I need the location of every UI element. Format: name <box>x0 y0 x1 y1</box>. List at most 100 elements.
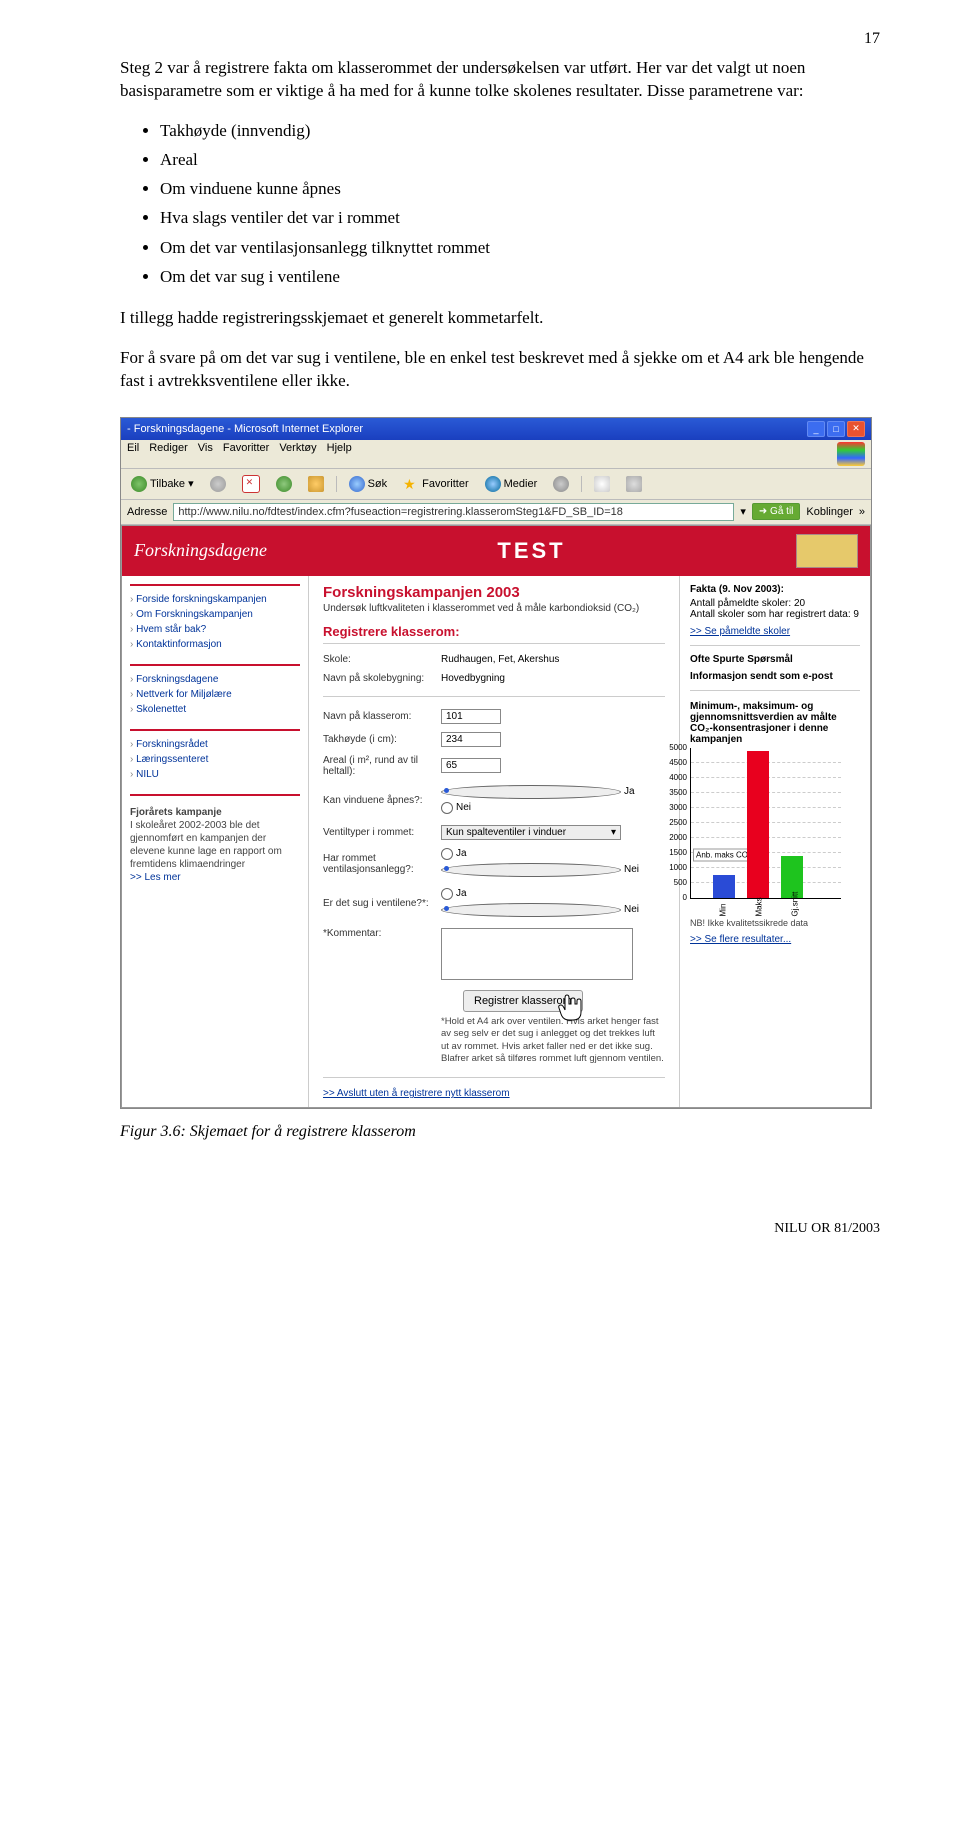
links-label[interactable]: Koblinger <box>806 506 852 518</box>
skole-label: Skole: <box>323 654 441 665</box>
faq-heading[interactable]: Ofte Spurte Spørsmål <box>690 654 860 665</box>
menu-view[interactable]: Vis <box>198 442 213 466</box>
radio-icon <box>441 888 453 900</box>
nav-link[interactable]: Forskningsrådet <box>130 737 300 752</box>
maximize-button[interactable]: □ <box>827 421 845 437</box>
ytick: 1500 <box>663 848 687 857</box>
menu-help[interactable]: Hjelp <box>327 442 352 466</box>
vinduer-ja[interactable]: Ja <box>441 785 635 799</box>
history-icon <box>553 476 569 492</box>
banner-image <box>796 534 858 568</box>
info-heading[interactable]: Informasjon sendt som e-post <box>690 671 860 682</box>
go-button[interactable]: ➜ Gå til <box>752 503 801 520</box>
nav-link[interactable]: Skolenettet <box>130 702 300 717</box>
favorites-button[interactable]: ★Favoritter <box>399 474 472 494</box>
paragraph-1: Steg 2 var å registrere fakta om klasser… <box>120 57 880 103</box>
print-button[interactable] <box>622 474 646 494</box>
sug-nei[interactable]: Nei <box>441 903 639 917</box>
stop-button[interactable] <box>238 473 264 495</box>
areal-input[interactable]: 65 <box>441 758 501 773</box>
window-titlebar: - Forskningsdagene - Microsoft Internet … <box>121 418 871 440</box>
page-number: 17 <box>864 30 880 48</box>
schools-link[interactable]: >> Se påmeldte skoler <box>690 626 860 637</box>
figure-caption: Figur 3.6: Skjemaet for å registrere kla… <box>120 1123 880 1141</box>
bullet-item: Om vinduene kunne åpnes <box>160 175 880 202</box>
url-field[interactable]: http://www.nilu.no/fdtest/index.cfm?fuse… <box>173 503 734 521</box>
refresh-button[interactable] <box>272 474 296 494</box>
menu-tools[interactable]: Verktøy <box>279 442 316 466</box>
radio-icon <box>441 785 621 799</box>
klasserom-input[interactable]: 101 <box>441 709 501 724</box>
mail-button[interactable] <box>590 474 614 494</box>
radio-icon <box>441 863 621 877</box>
anlegg-ja[interactable]: Ja <box>441 848 467 860</box>
finish-link[interactable]: >> Avslutt uten å registrere nytt klasse… <box>323 1088 665 1099</box>
site-banner: Forskningsdagene TEST <box>122 526 870 576</box>
ytick: 4000 <box>663 773 687 782</box>
takhoyde-label: Takhøyde (i cm): <box>323 734 441 745</box>
menu-file[interactable]: Eil <box>127 442 139 466</box>
sidebar-left: Forside forskningskampanjen Om Forskning… <box>122 576 309 1107</box>
forward-button[interactable] <box>206 474 230 494</box>
bullet-item: Hva slags ventiler det var i rommet <box>160 204 880 231</box>
paragraph-2: I tillegg hadde registreringsskjemaet et… <box>120 307 880 330</box>
co2-bar-chart: 0 500 1000 1500 2000 2500 3000 <box>690 748 841 899</box>
home-button[interactable] <box>304 474 328 494</box>
search-button[interactable]: Søk <box>345 474 392 494</box>
nav-link[interactable]: Kontaktinformasjon <box>130 637 300 652</box>
search-icon <box>349 476 365 492</box>
test-label: TEST <box>267 538 796 564</box>
nav-link[interactable]: Forskningsdagene <box>130 672 300 687</box>
radio-label: Nei <box>456 802 471 813</box>
cursor-hand-icon <box>553 990 589 1026</box>
search-label: Søk <box>368 478 388 490</box>
media-button[interactable]: Medier <box>481 474 542 494</box>
back-button[interactable]: Tilbake ▾ <box>127 474 198 494</box>
nav-link[interactable]: Om Forskningskampanjen <box>130 607 300 622</box>
nav-link[interactable]: Forside forskningskampanjen <box>130 592 300 607</box>
go-label: Gå til <box>770 506 793 517</box>
nav-link[interactable]: Læringssenteret <box>130 752 300 767</box>
select-value: Kun spalteventiler i vinduer <box>446 827 566 838</box>
vinduer-nei[interactable]: Nei <box>441 802 471 814</box>
ytick: 4500 <box>663 758 687 767</box>
bullet-item: Takhøyde (innvendig) <box>160 117 880 144</box>
bar-max <box>747 751 769 898</box>
radio-icon <box>441 848 453 860</box>
close-button[interactable]: ✕ <box>847 421 865 437</box>
nav-link[interactable]: Nettverk for Miljølære <box>130 687 300 702</box>
refresh-icon <box>276 476 292 492</box>
ventiltyper-label: Ventiltyper i rommet: <box>323 827 441 838</box>
more-results-link[interactable]: >> Se flere resultater... <box>690 934 860 945</box>
ytick: 5000 <box>663 743 687 752</box>
bullet-item: Areal <box>160 146 880 173</box>
nav-link[interactable]: NILU <box>130 767 300 782</box>
menu-favorites[interactable]: Favoritter <box>223 442 269 466</box>
sug-ja[interactable]: Ja <box>441 888 467 900</box>
stats-heading: Minimum-, maksimum- og gjennomsnittsverd… <box>690 701 860 745</box>
bygning-value: Hovedbygning <box>441 673 665 684</box>
minimize-button[interactable]: _ <box>807 421 825 437</box>
campaign-text: I skoleåret 2002-2003 ble det gjennomfør… <box>130 820 282 870</box>
ventiltyper-select[interactable]: Kun spalteventiler i vinduer▾ <box>441 825 621 840</box>
menubar: Eil Rediger Vis Favoritter Verktøy Hjelp <box>121 440 871 469</box>
radio-label: Nei <box>624 864 639 875</box>
kommentar-textarea[interactable] <box>441 928 633 980</box>
bygning-label: Navn på skolebygning: <box>323 673 441 684</box>
anlegg-nei[interactable]: Nei <box>441 863 639 877</box>
history-button[interactable] <box>549 474 573 494</box>
xlabel-maks: Maks <box>755 894 764 916</box>
home-icon <box>308 476 324 492</box>
menu-edit[interactable]: Rediger <box>149 442 188 466</box>
campaign-link[interactable]: >> Les mer <box>130 872 181 883</box>
media-label: Medier <box>504 478 538 490</box>
footer: NILU OR 81/2003 <box>120 1221 880 1237</box>
nav-link[interactable]: Hvem står bak? <box>130 622 300 637</box>
windows-flag-icon <box>837 442 865 466</box>
address-bar: Adresse http://www.nilu.no/fdtest/index.… <box>121 500 871 525</box>
skole-value: Rudhaugen, Fet, Akershus <box>441 654 665 665</box>
address-label: Adresse <box>127 506 167 518</box>
takhoyde-input[interactable]: 234 <box>441 732 501 747</box>
bullet-item: Om det var ventilasjonsanlegg tilknyttet… <box>160 234 880 261</box>
areal-label: Areal (i m², rund av til heltall): <box>323 755 441 777</box>
